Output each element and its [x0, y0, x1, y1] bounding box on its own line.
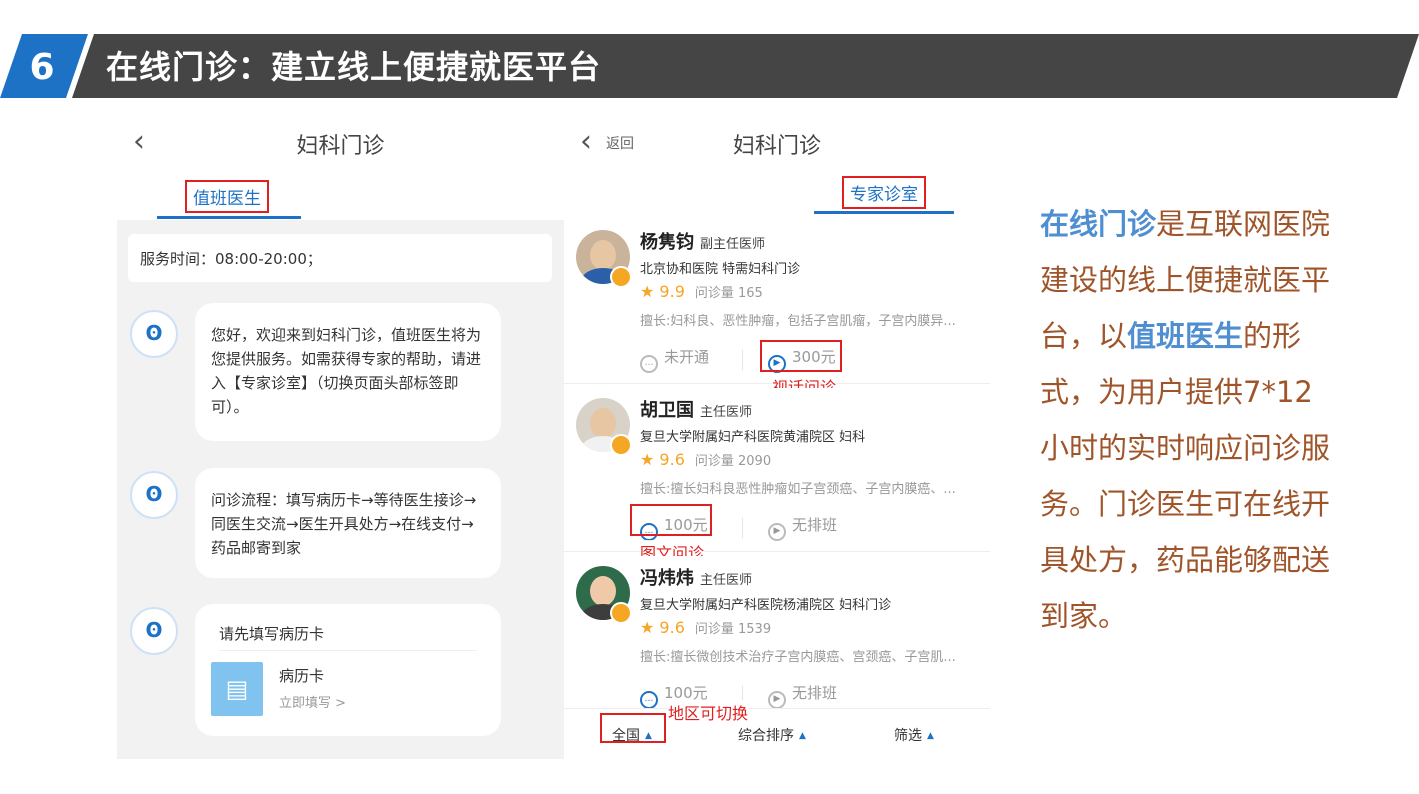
nav-bar: ‹ 妇科门诊: [117, 116, 564, 168]
play-icon: ▶: [768, 523, 786, 541]
doctor-rating: ★ 9.9 问诊量 165: [640, 282, 763, 301]
section-number: 6: [29, 47, 55, 88]
chat-icon: …: [640, 355, 658, 373]
chat-bubble-form: 请先填写病历卡 ▤ 病历卡 立即填写 >: [195, 604, 501, 736]
form-prompt: 请先填写病历卡: [219, 625, 325, 643]
filter-bar: 全国 ▲ 综合排序 ▲ 筛选 ▲: [564, 708, 990, 756]
doctor-specialty: 擅长:擅长微创技术治疗子宫内膜癌、宫颈癌、子宫肌...: [640, 650, 956, 665]
tab-expert-room[interactable]: 专家诊室: [842, 176, 926, 209]
description-segment: 的形式，为用户提供7*12小时的实时响应问诊服务。门诊医生可在线开具处方，药品能…: [1040, 319, 1331, 633]
tab-bar: 专家诊室: [564, 168, 990, 216]
medical-record-title[interactable]: 病历卡: [279, 664, 324, 688]
bot-avatar-icon: ʘ: [130, 607, 178, 655]
doctor-card[interactable]: 冯炜炜 主任医师 复旦大学附属妇产科医院杨浦院区 妇科门诊 ★ 9.6 问诊量 15…: [564, 556, 990, 720]
nav-title: 妇科门诊: [296, 134, 385, 159]
nav-bar: ‹ 返回 妇科门诊: [564, 116, 990, 168]
doctor-rating: ★ 9.6 问诊量 2090: [640, 450, 772, 469]
divider: [219, 650, 477, 651]
tab-indicator: [814, 211, 954, 214]
verified-badge-icon: [610, 266, 632, 288]
doctor-rating: ★ 9.6 问诊量 1539: [640, 618, 772, 637]
chat-bubble-process: 问诊流程：填写病历卡→等待医生接诊→同医生交流→医生开具处方→在线支付→药品邮寄…: [195, 468, 501, 578]
highlight-online-clinic: 在线门诊: [1040, 207, 1157, 241]
doctor-specialty: 擅长:妇科良、恶性肿瘤，包括子宫肌瘤，子宫内膜异...: [640, 314, 956, 329]
play-icon: ▶: [768, 691, 786, 709]
page-title: 在线门诊：建立线上便捷就医平台: [106, 48, 602, 86]
expert-room-screenshot: ‹ 返回 妇科门诊 专家诊室 杨隽钧 副主任医师 北京协和医院 特需妇科门诊 ★ …: [564, 116, 990, 756]
fill-now-link[interactable]: 立即填写 >: [279, 692, 346, 716]
doctor-name: 冯炜炜 主任医师: [640, 568, 753, 589]
chat-icon: …: [640, 691, 658, 709]
medical-record-icon[interactable]: ▤: [211, 662, 263, 716]
video-consult-button[interactable]: ▶ 无排班: [768, 682, 837, 709]
description-text: 在线门诊是互联网医院建设的线上便捷就医平台，以值班医生的形式，为用户提供7*12…: [1040, 196, 1340, 644]
bot-avatar-icon: ʘ: [130, 310, 178, 358]
divider: [742, 350, 743, 370]
doctor-hospital: 复旦大学附属妇产科医院黄浦院区 妇科: [640, 430, 866, 445]
duty-doctor-screenshot: ‹ 妇科门诊 值班医生 服务时间：08:00-20:00； ʘ 您好，欢迎来到妇…: [117, 116, 564, 759]
service-hours: 服务时间：08:00-20:00；: [128, 234, 552, 282]
divider: [742, 518, 743, 538]
tab-duty-doctor[interactable]: 值班医生: [185, 180, 269, 213]
text-consult-button[interactable]: … 未开通: [640, 346, 709, 373]
filter-screen[interactable]: 筛选 ▲: [894, 725, 934, 745]
verified-badge-icon: [610, 434, 632, 456]
doctor-hospital: 复旦大学附属妇产科医院杨浦院区 妇科门诊: [640, 598, 892, 613]
highlight-duty-doctor: 值班医生: [1127, 319, 1244, 353]
triangle-up-icon: ▲: [799, 731, 806, 741]
nav-title: 妇科门诊: [732, 134, 821, 159]
triangle-up-icon: ▲: [927, 731, 934, 741]
title-banner: 6 在线门诊：建立线上便捷就医平台: [0, 34, 1419, 98]
video-consult-button[interactable]: ▶ 无排班: [768, 514, 837, 541]
video-consult-highlight: [760, 340, 842, 372]
text-consult-highlight: [630, 504, 712, 536]
verified-badge-icon: [610, 602, 632, 624]
doctor-specialty: 擅长:擅长妇科良恶性肿瘤如子宫颈癌、子宫内膜癌、...: [640, 482, 956, 497]
doctor-name: 胡卫国 主任医师: [640, 400, 753, 421]
region-annotation: 地区可切换: [668, 700, 749, 724]
bot-avatar-icon: ʘ: [130, 471, 178, 519]
region-highlight: [600, 713, 666, 743]
doctor-name: 杨隽钧 副主任医师: [640, 232, 766, 253]
tab-indicator: [157, 216, 301, 219]
doctor-card[interactable]: 杨隽钧 副主任医师 北京协和医院 特需妇科门诊 ★ 9.9 问诊量 165 擅长:妇…: [564, 220, 990, 384]
chat-bubble-welcome: 您好，欢迎来到妇科门诊，值班医生将为您提供服务。如需获得专家的帮助，请进入【专家…: [195, 303, 501, 441]
tab-bar: 值班医生: [117, 168, 564, 220]
doctor-hospital: 北京协和医院 特需妇科门诊: [640, 262, 801, 277]
filter-sort[interactable]: 综合排序 ▲: [738, 725, 806, 745]
doctor-card[interactable]: 胡卫国 主任医师 复旦大学附属妇产科医院黄浦院区 妇科 ★ 9.6 问诊量 2090…: [564, 388, 990, 552]
